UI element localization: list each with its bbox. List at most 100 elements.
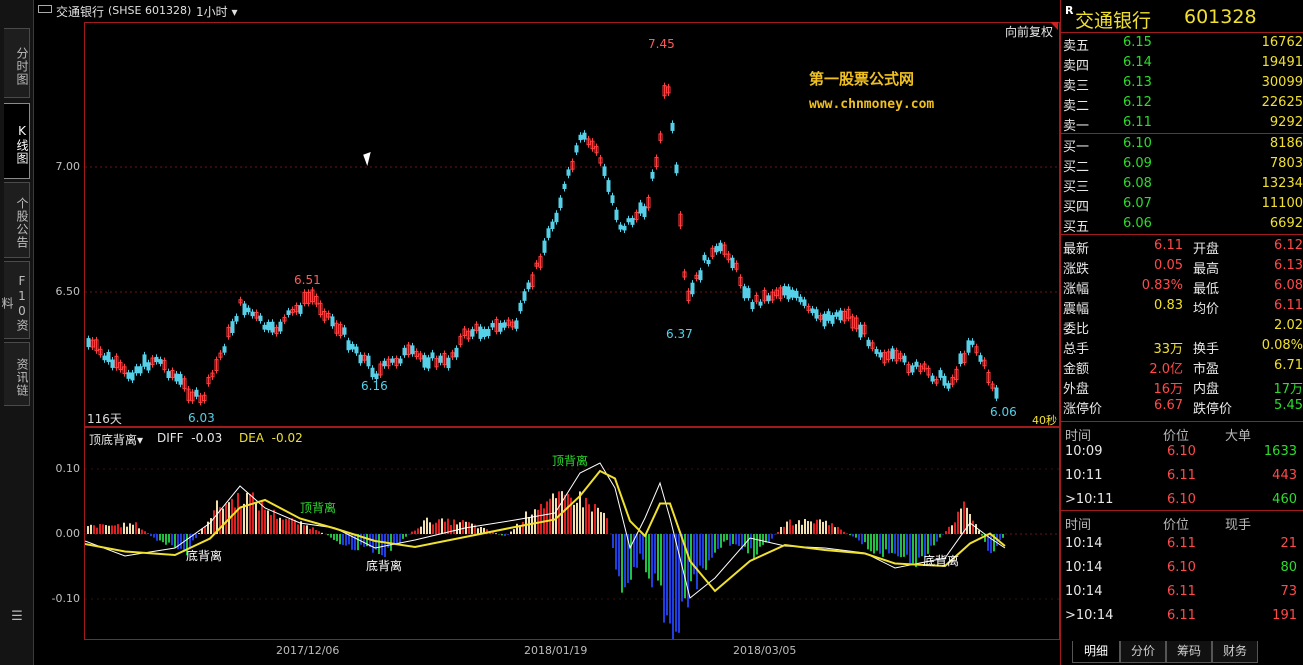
- dea-value: -0.02: [271, 431, 303, 445]
- quote-panel: R 交通银行 601328 卖五 6.15 16762 卖四 6.14 19491 卖三 6.…: [1060, 0, 1303, 665]
- bid-volume: 7803: [1269, 156, 1303, 171]
- macd-bar: [285, 518, 287, 534]
- candle-body: [518, 302, 523, 312]
- tab-f10[interactable]: F10资料: [0, 261, 30, 339]
- tab-announcements[interactable]: 个股公告: [4, 182, 30, 258]
- candle-body: [802, 299, 807, 306]
- indicator-selector[interactable]: 顶底背离▾: [89, 431, 143, 448]
- candle-body: [422, 355, 427, 368]
- macd-bar: [777, 531, 779, 534]
- annot-low-4: 6.06: [990, 405, 1017, 419]
- period-selector[interactable]: 1小时 ▾: [196, 3, 237, 20]
- macd-bar: [756, 534, 758, 555]
- macd-bar: [855, 534, 857, 538]
- candle-body: [366, 355, 371, 367]
- macd-bar: [255, 503, 257, 534]
- macd-bar: [345, 534, 347, 546]
- stat-row: 涨幅 0.83% 最低 6.08: [1063, 276, 1303, 297]
- macd-bar: [876, 534, 878, 551]
- macd-bar: [723, 534, 725, 542]
- tick-price: 6.10: [1167, 560, 1196, 575]
- candle-body: [742, 286, 747, 299]
- macd-bar: [111, 525, 113, 534]
- candle-body: [158, 359, 163, 364]
- kline-chart[interactable]: 向前复权 第一股票公式网 www.chnmoney.com 7.45 6.03 …: [84, 22, 1060, 427]
- order-time: >10:11: [1065, 492, 1114, 507]
- macd-bar: [939, 534, 941, 538]
- macd-bar: [141, 529, 143, 534]
- candle-body: [558, 197, 563, 208]
- macd-bar: [399, 534, 401, 544]
- macd-bar: [912, 534, 914, 564]
- x-date-1: 2017/12/06: [276, 644, 340, 657]
- tab-news-chain[interactable]: 资讯链: [4, 342, 30, 406]
- candle-body: [614, 209, 619, 220]
- macd-bar: [441, 518, 443, 534]
- macd-bar: [462, 520, 464, 534]
- ask-volume: 9292: [1269, 115, 1303, 130]
- watermark-title: 第一股票公式网: [809, 70, 915, 88]
- tick-row: 10:14 6.10 80: [1063, 558, 1303, 578]
- restore-mode[interactable]: 向前复权: [1005, 23, 1053, 40]
- bid-row: 买二 6.09 7803: [1063, 154, 1303, 175]
- macd-bar: [897, 534, 899, 557]
- stat-value-2: 6.12: [1274, 238, 1303, 253]
- macd-bar: [792, 525, 794, 534]
- candle-body: [758, 301, 763, 306]
- macd-bar: [747, 534, 749, 554]
- macd-bar: [414, 530, 416, 534]
- macd-panel[interactable]: 顶底背离▾ DIFF -0.03 DEA -0.02 顶背离 顶背离 底背离 底…: [84, 427, 1060, 640]
- candle-body: [126, 372, 131, 379]
- macd-bar: [834, 527, 836, 534]
- tab-detail[interactable]: 明细: [1072, 641, 1120, 663]
- tab-time-sharing[interactable]: 分时图: [4, 28, 30, 98]
- signal-bottom-1: 底背离: [186, 549, 223, 563]
- macd-bar: [492, 532, 494, 534]
- bid-volume: 6692: [1269, 216, 1303, 231]
- candle-body: [858, 324, 863, 338]
- macd-bar: [456, 524, 458, 534]
- diff-readout: DIFF -0.03: [157, 431, 222, 445]
- candle-body: [402, 347, 407, 356]
- tick-row: 10:14 6.11 21: [1063, 534, 1303, 554]
- candle-body: [942, 375, 947, 386]
- tab-finance[interactable]: 财务: [1212, 641, 1258, 663]
- macd-bar: [975, 524, 977, 534]
- tab-price-dist[interactable]: 分价: [1120, 641, 1166, 663]
- macd-bar: [144, 531, 146, 534]
- macd-bar: [840, 529, 842, 534]
- macd-bar: [240, 506, 242, 534]
- tab-kline[interactable]: K线图: [4, 103, 30, 179]
- macd-bar: [774, 534, 776, 535]
- macd-bar: [402, 534, 404, 539]
- macd-bar: [738, 534, 740, 546]
- macd-bar: [318, 531, 320, 534]
- candle-body: [834, 312, 839, 317]
- macd-bar: [423, 520, 425, 534]
- macd-bar: [276, 518, 278, 534]
- ask-price: 6.11: [1123, 115, 1152, 130]
- macd-bar: [888, 534, 890, 554]
- candle-body: [790, 289, 795, 298]
- macd-bar: [654, 534, 656, 574]
- macd-bar: [639, 534, 641, 554]
- macd-bar: [342, 534, 344, 545]
- annot-high-1: 6.51: [294, 273, 321, 287]
- candle-body: [390, 358, 395, 363]
- macd-bar: [156, 534, 158, 541]
- window-icon[interactable]: [38, 5, 52, 13]
- macd-bar: [711, 534, 713, 558]
- ask-volume: 19491: [1261, 55, 1303, 70]
- macd-bar: [729, 534, 731, 546]
- macd-bar: [396, 534, 398, 545]
- macd-bar: [222, 508, 224, 534]
- stat-row: 总手 33万 换手 0.08%: [1063, 336, 1303, 357]
- macd-bar: [948, 526, 950, 534]
- tab-chips[interactable]: 筹码: [1166, 641, 1212, 663]
- ask-label: 卖二: [1063, 99, 1090, 114]
- candle-body: [638, 202, 643, 214]
- macd-bar: [783, 526, 785, 534]
- menu-icon[interactable]: ☰: [10, 610, 24, 624]
- macd-bar: [165, 534, 167, 545]
- stock-name: 交通银行: [56, 5, 105, 19]
